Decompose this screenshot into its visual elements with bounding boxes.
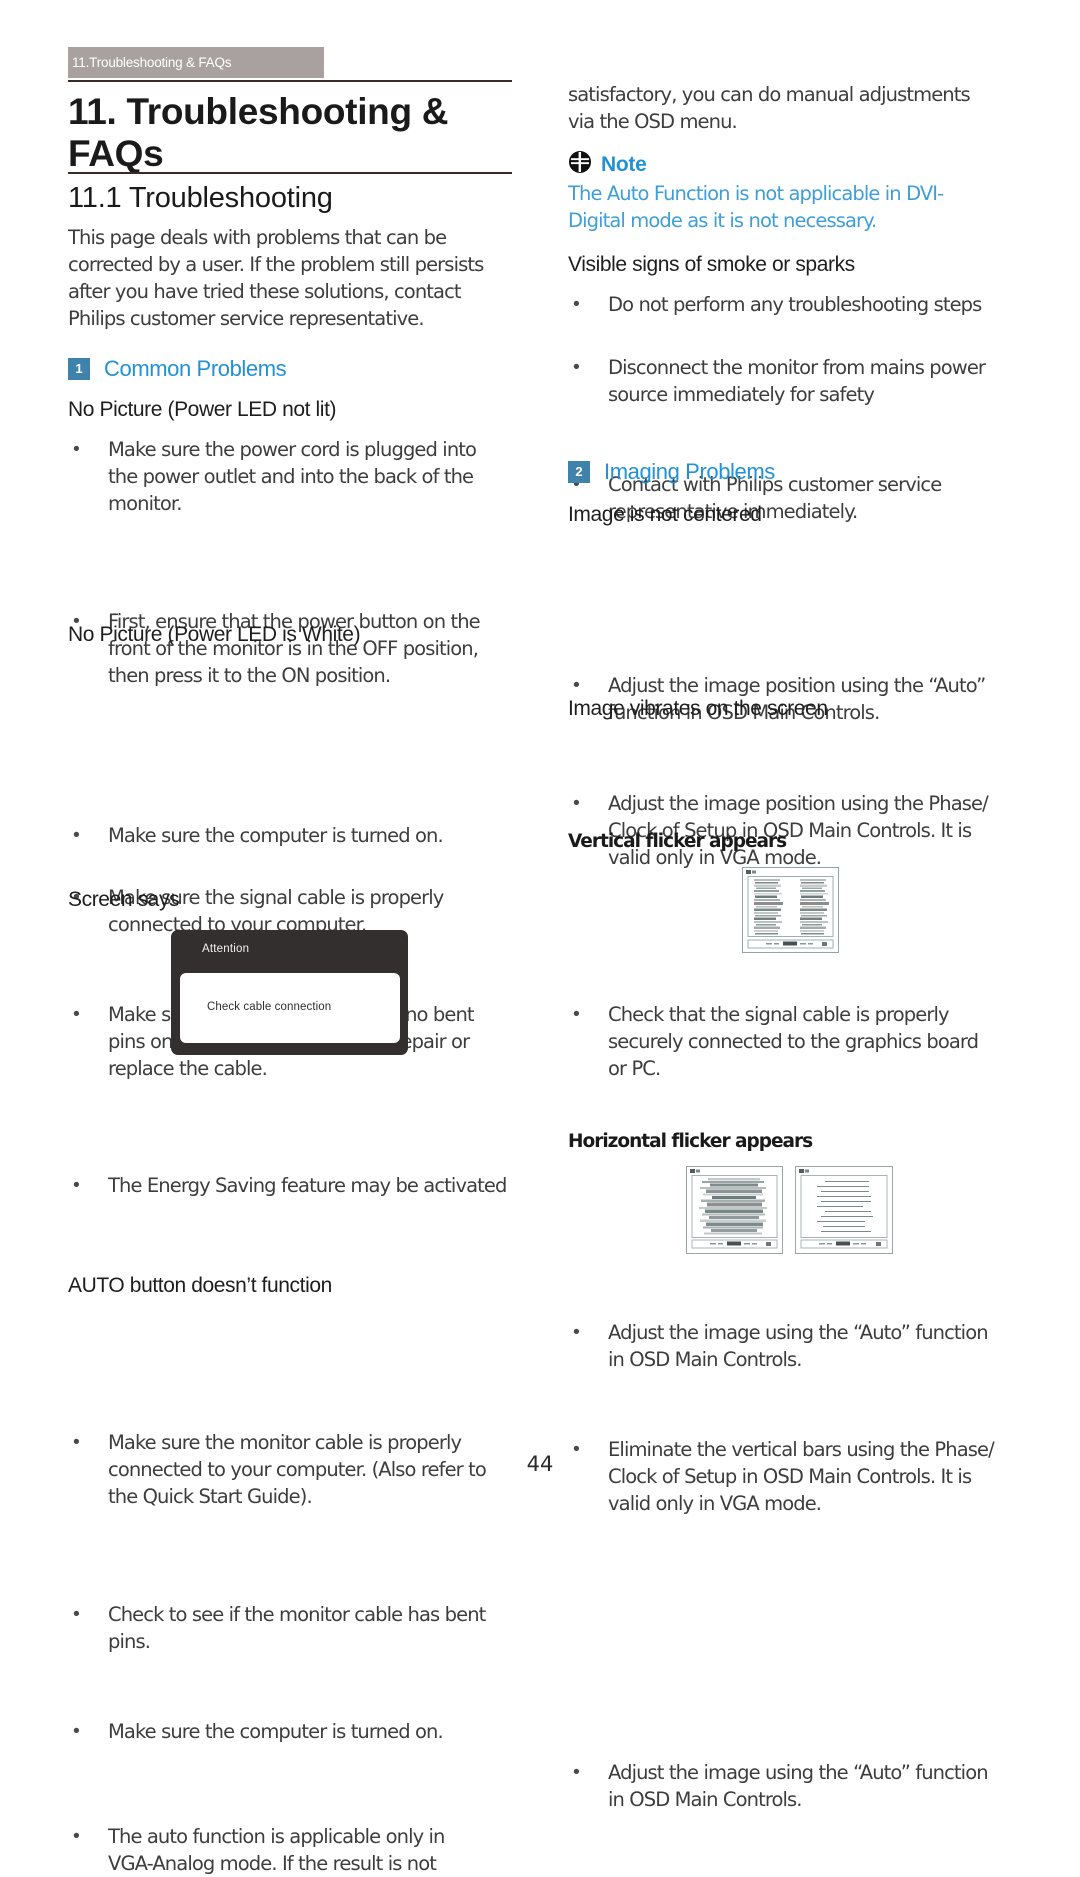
- subsection-common-problems: 1 Common Problems: [68, 354, 514, 384]
- list-item-line: replace the cable.: [108, 1057, 268, 1080]
- section-number-badge: 1: [68, 358, 90, 380]
- list-item-line: VGA-Analog mode. If the result is not: [108, 1852, 437, 1875]
- paragraph-line: corrected by a user. If the problem stil…: [68, 253, 484, 276]
- list-item-line: pins.: [108, 1630, 151, 1653]
- osd-attention-dialog-figure: Attention Check cable connection: [171, 930, 408, 1055]
- list-item-line: The auto function is applicable only in: [108, 1825, 445, 1848]
- paragraph-line: satisfactory, you can do manual adjustme…: [568, 83, 971, 106]
- subsection-heading: Imaging Problems: [604, 459, 775, 484]
- heading-screen-says: Screen says: [68, 888, 180, 911]
- bullet-marker: •: [73, 1720, 80, 1742]
- subsection-imaging-problems: 2 Imaging Problems: [568, 457, 1018, 487]
- list-item-line: then press it to the ON position.: [108, 664, 391, 687]
- osd-dialog-message: Check cable connection: [207, 1001, 332, 1013]
- list-item-line: in OSD Main Controls.: [608, 1348, 803, 1371]
- bullet-marker: •: [573, 1761, 580, 1783]
- list-item: • Disconnect the monitor from mains powe…: [568, 354, 1018, 408]
- heading-vertical-flicker: Vertical flicker appears: [568, 831, 787, 852]
- bullet-marker: •: [573, 1003, 580, 1025]
- section-number-badge: 2: [568, 461, 590, 483]
- horizontal-flicker-figure: [686, 1166, 783, 1254]
- continued-paragraph: satisfactory, you can do manual adjustme…: [568, 81, 1018, 135]
- paragraph-line: This page deals with problems that can b…: [68, 226, 447, 249]
- list-item-line: source immediately for safety: [608, 383, 875, 406]
- heading-auto-button: AUTO button doesn’t function: [68, 1274, 332, 1297]
- bullet-marker: •: [573, 293, 580, 315]
- list-item-line: Check that the signal cable is properly: [608, 1003, 950, 1026]
- heading-no-picture-led-white: No Picture (Power LED is White): [68, 623, 361, 646]
- list-item: • The auto function is applicable only i…: [68, 1823, 514, 1877]
- corrected-screen-figure: [795, 1166, 893, 1254]
- list-item-line: Make sure the computer is turned on.: [108, 1720, 444, 1743]
- vertical-flicker-figure: [742, 867, 839, 953]
- list-item-line: valid only in VGA mode.: [608, 1492, 822, 1515]
- osd-dialog-title: Attention: [202, 943, 250, 955]
- list-item-line: in OSD Main Controls.: [608, 1788, 803, 1811]
- list-item-line: Do not perform any troubleshooting steps: [608, 293, 982, 316]
- list-item: • Check that the signal cable is properl…: [568, 1001, 1018, 1082]
- bullet-marker: •: [573, 1321, 580, 1343]
- note-line: Digital mode as it is not necessary.: [568, 209, 877, 232]
- list-item-line: monitor.: [108, 492, 182, 515]
- bullet-marker: •: [573, 356, 580, 378]
- heading-image-vibrates: Image vibrates on the screen: [568, 697, 828, 720]
- list-item-line: securely connected to the graphics board: [608, 1030, 979, 1053]
- list-item-line: Disconnect the monitor from mains power: [608, 356, 986, 379]
- bullet-marker: •: [73, 1003, 80, 1025]
- list-item-line: Make sure the power cord is plugged into: [108, 438, 477, 461]
- left-column: This page deals with problems that can b…: [68, 0, 514, 1875]
- heading-image-not-centered: Image is not centered: [568, 503, 762, 526]
- list-item: • Adjust the image using the “Auto” func…: [568, 1319, 1018, 1373]
- list-item-line: Adjust the image using the “Auto” functi…: [608, 1321, 989, 1344]
- list-item: • Eliminate the vertical bars using the …: [568, 1436, 1018, 1517]
- note-heading: Note: [568, 150, 1018, 179]
- list-item: • Adjust the image using the “Auto” func…: [568, 1759, 1018, 1813]
- right-column: satisfactory, you can do manual adjustme…: [568, 0, 1018, 1811]
- bullet-marker: •: [73, 1603, 80, 1625]
- list-item-line: The Energy Saving feature may be activat…: [108, 1174, 507, 1197]
- list-item: • Do not perform any troubleshooting ste…: [568, 291, 1018, 318]
- list-item-line: the Quick Start Guide).: [108, 1485, 313, 1508]
- heading-no-picture-led-not-lit: No Picture (Power LED not lit): [68, 398, 337, 421]
- bullet-marker: •: [73, 824, 80, 846]
- list-item: • The Energy Saving feature may be activ…: [68, 1172, 514, 1199]
- list-item-line: Adjust the image using the “Auto” functi…: [608, 1761, 989, 1784]
- bullet-marker: •: [73, 1825, 80, 1847]
- list-item-line: Check to see if the monitor cable has be…: [108, 1603, 486, 1626]
- paragraph-line: after you have tried these solutions, co…: [68, 280, 462, 303]
- note-label: Note: [601, 152, 647, 176]
- intro-paragraph: This page deals with problems that can b…: [68, 224, 514, 332]
- paragraph-line: via the OSD menu.: [568, 110, 738, 133]
- list-item-line: or PC.: [608, 1057, 661, 1080]
- heading-smoke-or-sparks: Visible signs of smoke or sparks: [568, 253, 855, 276]
- list-item: • Check to see if the monitor cable has …: [68, 1601, 514, 1655]
- list-item: • Make sure the computer is turned on.: [68, 1718, 514, 1745]
- heading-horizontal-flicker: Horizontal flicker appears: [568, 1131, 813, 1152]
- list-item: • Make sure the power cord is plugged in…: [68, 436, 514, 517]
- subsection-heading: Common Problems: [104, 356, 287, 381]
- note-line: The Auto Function is not applicable in D…: [568, 182, 944, 205]
- osd-dialog-panel: Check cable connection: [180, 973, 400, 1043]
- paragraph-line: Philips customer service representative.: [68, 307, 425, 330]
- bullet-marker: •: [573, 792, 580, 814]
- note-body: The Auto Function is not applicable in D…: [568, 180, 1018, 234]
- note-icon: [568, 150, 592, 179]
- page-number: 44: [526, 1452, 554, 1476]
- manual-page: 11.Troubleshooting & FAQs 11. Troublesho…: [0, 0, 1080, 1875]
- list-item-line: the power outlet and into the back of th…: [108, 465, 474, 488]
- list-item-line: Make sure the computer is turned on.: [108, 824, 444, 847]
- list-item: • Make sure the computer is turned on.: [68, 822, 514, 849]
- bullet-marker: •: [73, 438, 80, 460]
- bullet-marker: •: [73, 1174, 80, 1196]
- list-item-line: Adjust the image position using the Phas…: [608, 792, 989, 815]
